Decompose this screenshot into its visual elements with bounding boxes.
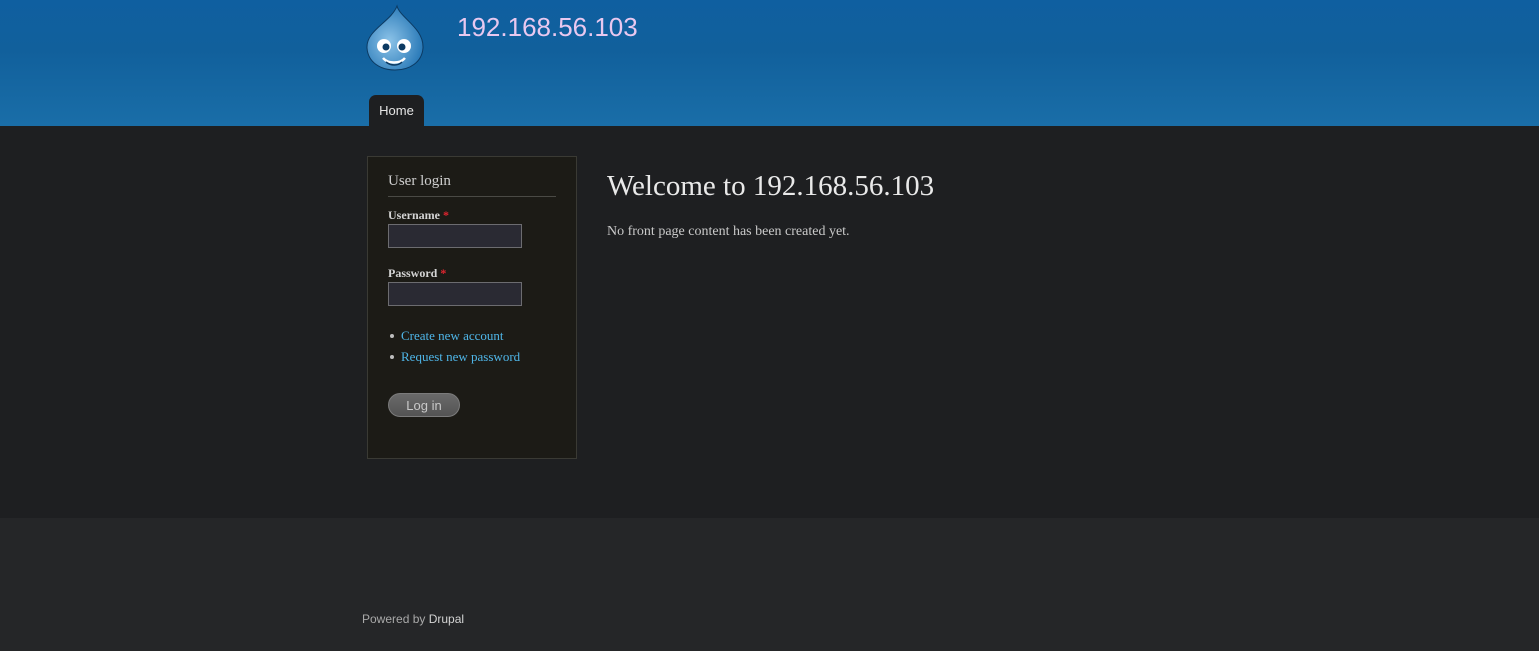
site-footer: Powered by Drupal — [0, 518, 1539, 651]
user-login-block: User login Username * Password * Create … — [367, 156, 577, 459]
required-marker: * — [440, 266, 447, 280]
user-login-title: User login — [388, 173, 556, 197]
username-label: Username * — [388, 208, 449, 223]
tab-home[interactable]: Home — [369, 95, 424, 126]
password-label-text: Password — [388, 266, 438, 280]
site-name-link[interactable]: 192.168.56.103 — [457, 12, 638, 43]
site-header: 192.168.56.103 Home — [0, 0, 1539, 126]
create-account-link[interactable]: Create new account — [401, 328, 504, 343]
log-in-button[interactable]: Log in — [388, 393, 460, 417]
required-marker: * — [442, 208, 449, 222]
login-links-list: Create new account Request new password — [388, 327, 520, 369]
front-page-message: No front page content has been created y… — [607, 224, 850, 239]
password-label: Password * — [388, 266, 446, 281]
username-input[interactable] — [388, 224, 522, 248]
request-password-link[interactable]: Request new password — [401, 349, 520, 364]
password-input[interactable] — [388, 282, 522, 306]
username-label-text: Username — [388, 208, 440, 222]
list-item: Request new password — [388, 348, 520, 369]
powered-by-prefix: Powered by — [362, 612, 429, 626]
drupal-link[interactable]: Drupal — [429, 612, 464, 626]
drupal-logo-icon[interactable] — [364, 4, 426, 72]
powered-by-text: Powered by Drupal — [362, 612, 464, 626]
list-item: Create new account — [388, 327, 520, 348]
page-title: Welcome to 192.168.56.103 — [607, 170, 935, 202]
